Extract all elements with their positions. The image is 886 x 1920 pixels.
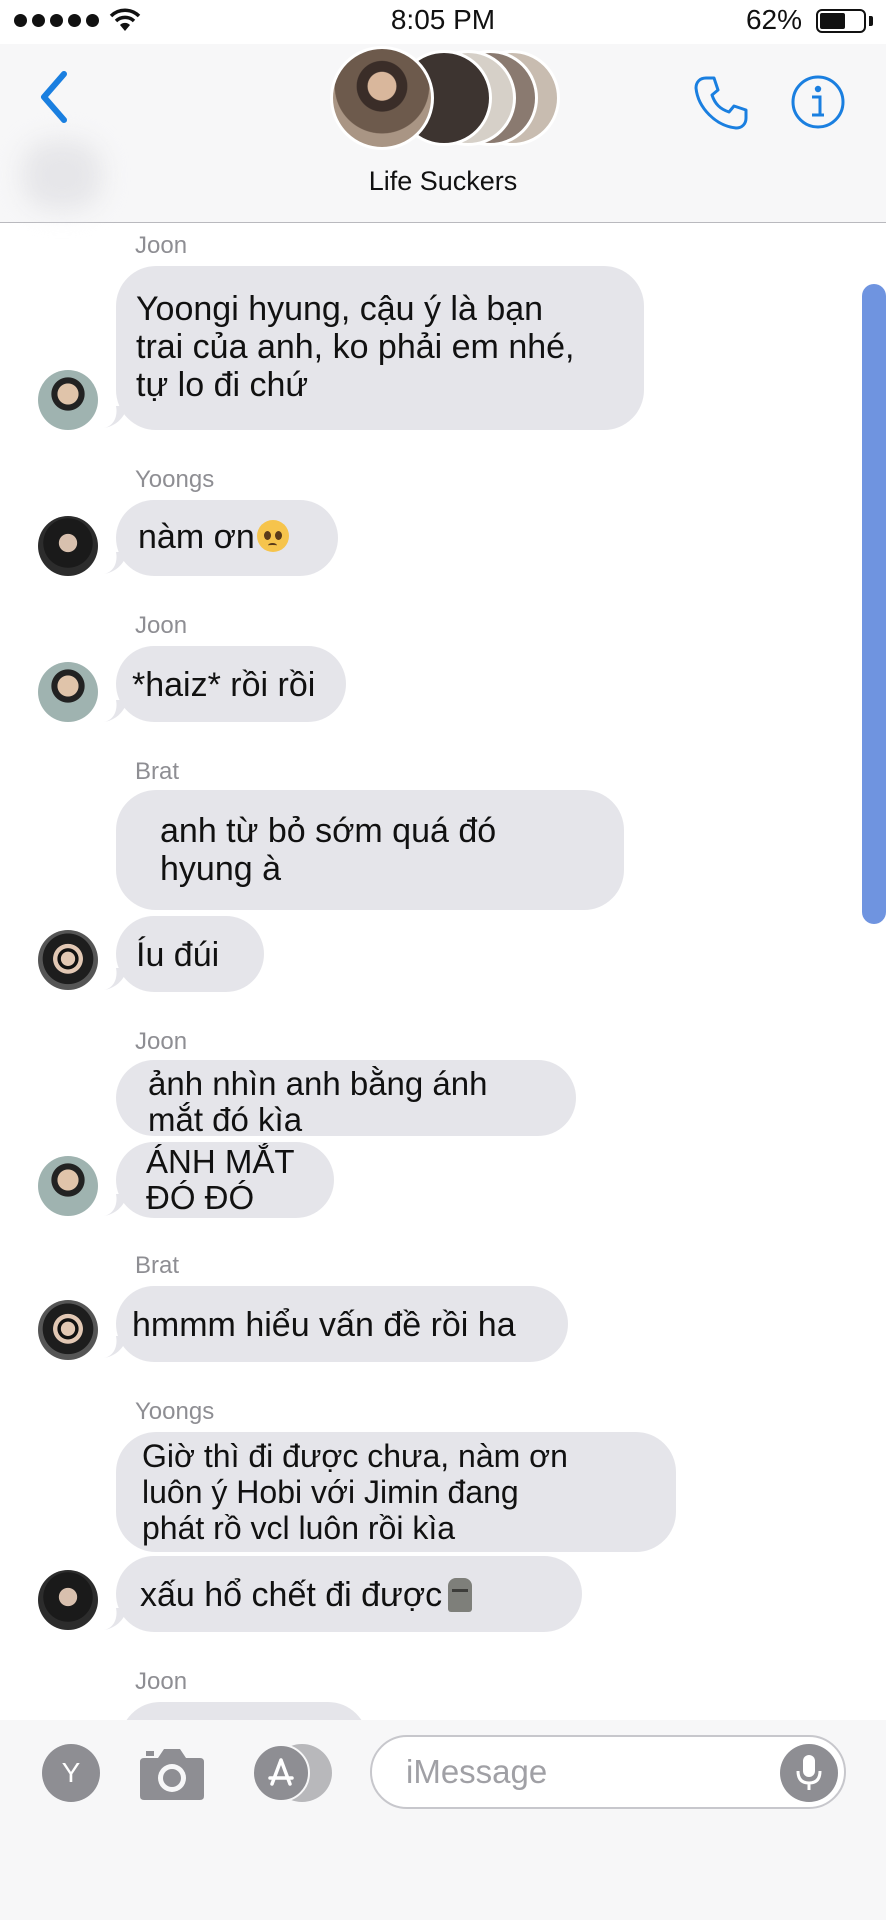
message-text: Íu đúi bbox=[136, 936, 220, 974]
avatar[interactable] bbox=[38, 930, 98, 990]
message-text: hmmm hiểu vấn đề rồi ha bbox=[132, 1306, 516, 1344]
message-text: *haiz* rồi rồi bbox=[132, 666, 316, 704]
sender-name: Joon bbox=[135, 232, 188, 259]
compose-bar: Y iMessage bbox=[0, 1720, 886, 1920]
avatar[interactable] bbox=[38, 1300, 98, 1360]
moai-emoji bbox=[448, 1578, 473, 1612]
message-bubble[interactable]: Giờ thì đi được chưa, nàm ơn luôn ý Hobi… bbox=[116, 1432, 676, 1552]
microphone-button[interactable] bbox=[780, 1744, 838, 1802]
back-chevron-icon[interactable] bbox=[36, 70, 70, 124]
sender-name: Joon bbox=[135, 1028, 188, 1055]
sender-name: Yoongs bbox=[135, 466, 215, 493]
app-store-button[interactable] bbox=[252, 1744, 332, 1802]
imessage-placeholder: iMessage bbox=[406, 1753, 548, 1790]
pleading-face-emoji bbox=[256, 520, 289, 552]
avatar[interactable] bbox=[38, 516, 98, 576]
message-bubble[interactable]: *haiz* rồi rồi bbox=[116, 646, 346, 722]
microphone-icon bbox=[796, 1755, 822, 1790]
scroll-indicator[interactable] bbox=[862, 284, 886, 924]
group-name[interactable]: Life Suckers bbox=[0, 166, 886, 197]
status-bar: 8:05 PM 62% bbox=[0, 0, 886, 44]
message-text: nàm ơn bbox=[138, 518, 255, 556]
message-text: ảnh nhìn anh bằng ánh mắt đó kìa bbox=[148, 1065, 488, 1138]
message-text: Yoongi hyung, cậu ý là bạn trai của anh,… bbox=[136, 290, 575, 404]
sender-name: Yoongs bbox=[135, 1398, 215, 1425]
apps-button[interactable]: Y bbox=[42, 1744, 100, 1802]
message-bubble[interactable]: anh từ bỏ sớm quá đó hyung à bbox=[116, 790, 624, 910]
battery-icon bbox=[816, 9, 866, 33]
battery-nub bbox=[869, 16, 873, 26]
sender-name: Brat bbox=[135, 758, 180, 785]
battery-percentage: 62% bbox=[745, 4, 802, 35]
message-text: anh từ bỏ sớm quá đó hyung à bbox=[160, 812, 497, 888]
phone-icon[interactable] bbox=[692, 74, 750, 132]
avatar[interactable] bbox=[38, 370, 98, 430]
message-bubble[interactable]: Yoongi hyung, cậu ý là bạn trai của anh,… bbox=[116, 266, 644, 430]
conversation-header: Life Suckers bbox=[0, 44, 886, 223]
group-avatar-stack[interactable] bbox=[330, 46, 560, 150]
avatar[interactable] bbox=[38, 662, 98, 722]
avatar[interactable] bbox=[38, 1570, 98, 1630]
avatar[interactable] bbox=[38, 1156, 98, 1216]
sender-name: Brat bbox=[135, 1252, 180, 1279]
message-bubble[interactable]: nàm ơn bbox=[116, 500, 338, 576]
message-bubble[interactable]: ÁNH MẮT ĐÓ ĐÓ bbox=[116, 1142, 334, 1218]
message-text: Giờ thì đi được chưa, nàm ơn luôn ý Hobi… bbox=[142, 1438, 568, 1546]
message-bubble[interactable]: xấu hổ chết đi được bbox=[116, 1556, 582, 1632]
camera-icon[interactable] bbox=[138, 1746, 206, 1802]
imessage-input[interactable]: iMessage bbox=[370, 1735, 846, 1809]
app-store-icon bbox=[268, 1758, 294, 1786]
message-bubble[interactable]: hmmm hiểu vấn đề rồi ha bbox=[116, 1286, 568, 1362]
message-bubble[interactable]: Íu đúi bbox=[116, 916, 264, 992]
info-icon[interactable] bbox=[790, 74, 846, 130]
group-member-avatar bbox=[330, 46, 434, 150]
message-text: ÁNH MẮT ĐÓ ĐÓ bbox=[146, 1143, 295, 1216]
message-text: xấu hổ chết đi được bbox=[140, 1576, 443, 1614]
sender-name: Joon bbox=[135, 1668, 188, 1695]
sender-name: Joon bbox=[135, 612, 188, 639]
message-bubble[interactable]: ảnh nhìn anh bằng ánh mắt đó kìa bbox=[116, 1060, 576, 1138]
